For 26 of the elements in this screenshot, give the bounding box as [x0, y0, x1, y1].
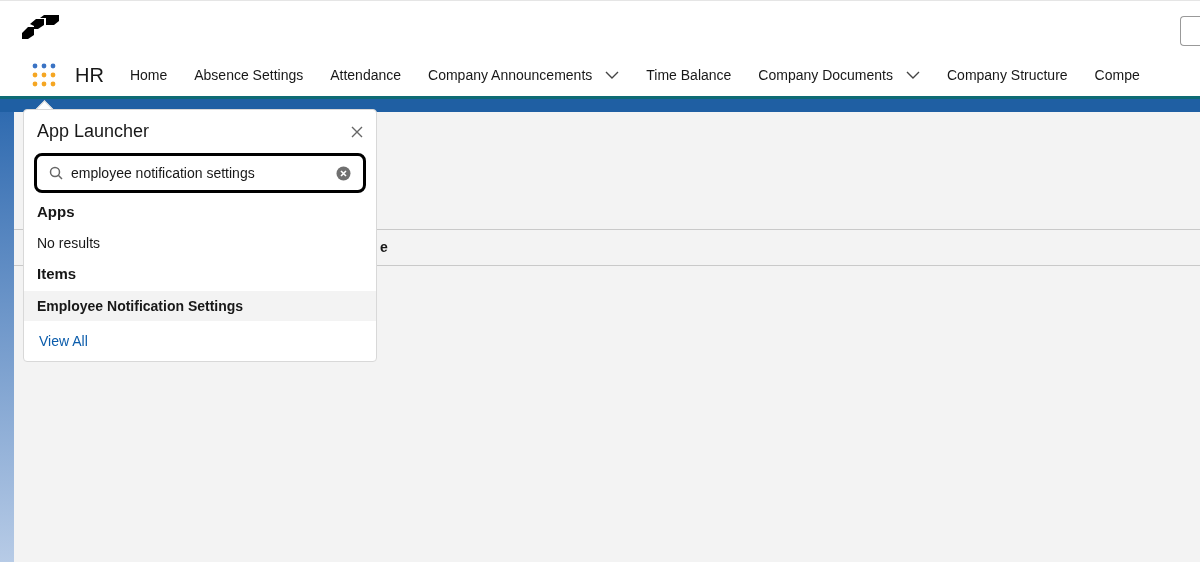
chevron-down-icon[interactable] — [605, 71, 620, 79]
nav-item[interactable]: Company Announcements — [428, 64, 593, 86]
app-name: HR — [75, 63, 104, 88]
chevron-down-icon[interactable] — [906, 71, 920, 79]
tab-label: e — [380, 238, 388, 257]
clear-icon[interactable] — [336, 165, 351, 181]
close-icon[interactable] — [351, 125, 363, 138]
view-all-link[interactable]: View All — [39, 333, 88, 349]
nav-item[interactable]: Time Balance — [646, 64, 732, 86]
header-button[interactable] — [1180, 16, 1200, 46]
search-icon — [49, 166, 63, 180]
nav-item[interactable]: Company Structure — [947, 64, 1068, 86]
empty-message: No results — [36, 233, 102, 253]
section-heading: Items — [36, 263, 78, 284]
panel-title: App Launcher — [37, 120, 150, 143]
search-field[interactable]: employee notification settings — [34, 153, 366, 193]
nav-item[interactable]: Absence Settings — [194, 64, 304, 86]
nav-item[interactable]: Attendance — [330, 64, 402, 86]
search-input[interactable]: employee notification settings — [71, 162, 336, 184]
logo-icon — [20, 15, 60, 40]
section-heading: Apps — [36, 201, 76, 222]
nav-item[interactable]: Company Documents — [758, 64, 893, 86]
nav-item[interactable]: Compe — [1094, 64, 1140, 86]
app-launcher-icon[interactable] — [32, 63, 56, 87]
nav-item[interactable]: Home — [129, 64, 168, 86]
result-item[interactable]: Employee Notification Settings — [24, 291, 376, 321]
